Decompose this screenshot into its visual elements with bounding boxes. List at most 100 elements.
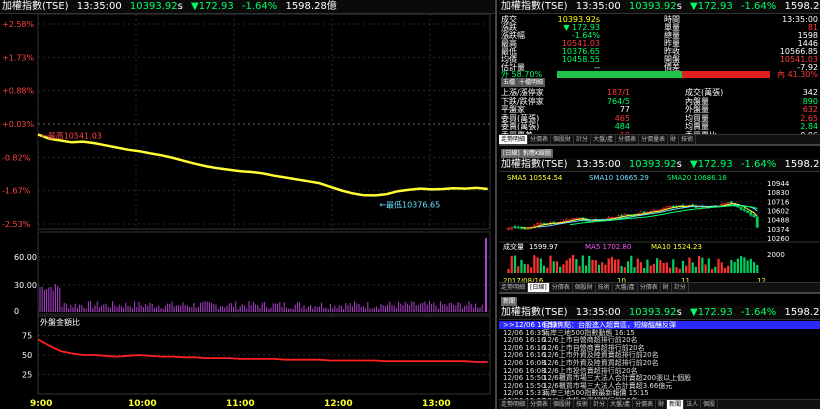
- candle-body: [749, 211, 753, 216]
- vol-bar: [513, 255, 517, 273]
- vol-bar: [736, 258, 740, 273]
- vol-bar: [604, 264, 607, 273]
- quote-panel: 加權指數(TSE) 13:35:00 10393.92s ▼172.93 -1.…: [499, 0, 820, 146]
- kline-last-price: 10393.92s: [628, 159, 682, 170]
- tab-item[interactable]: 走勢明細: [499, 283, 529, 292]
- tab-item[interactable]: 法人: [684, 400, 702, 409]
- vol-bar: [552, 261, 555, 273]
- tab-item[interactable]: 大盤/產: [608, 400, 634, 409]
- vol-bar: [646, 259, 649, 273]
- tab-item[interactable]: 個股: [701, 400, 719, 409]
- price-y-label: -0.82%: [2, 153, 31, 162]
- tab-item[interactable]: 技術: [679, 135, 697, 144]
- candle-body: [742, 208, 746, 211]
- subtab-five-level[interactable]: 五檔: [501, 78, 518, 87]
- news-subtab[interactable]: 新聞: [501, 297, 518, 306]
- vol-bar: [575, 259, 578, 273]
- ratio-title: 外盤金額比: [40, 317, 80, 327]
- vol-bar: [714, 266, 717, 273]
- tab-item[interactable]: 財: [656, 400, 668, 409]
- candle-body: [571, 218, 575, 220]
- tab-item[interactable]: 分價表: [528, 400, 552, 409]
- tab-item[interactable]: 計分: [574, 135, 592, 144]
- tab-item[interactable]: 技術: [574, 400, 592, 409]
- tab-item[interactable]: 分價表: [550, 283, 573, 292]
- tab-item[interactable]: 分價量表: [639, 135, 669, 144]
- kline-panel: [日線] 對應K線圖 加權指數(TSE) 13:35:00 10393.92s …: [499, 148, 820, 294]
- outer-ratio-fill: [557, 71, 683, 78]
- tab-item[interactable]: 個股財: [551, 135, 575, 144]
- vol-bar: [752, 262, 756, 273]
- vol-bar: [539, 258, 542, 273]
- tab-item[interactable]: 分價表: [616, 135, 640, 144]
- quote-change: ▼172.93: [690, 1, 733, 12]
- tab-item[interactable]: 計分: [591, 400, 609, 409]
- time-label: 10:00: [128, 399, 157, 409]
- kline-change-pct: -1.64%: [740, 159, 777, 170]
- vol-y-label: 2000: [767, 251, 785, 259]
- kline-subtab-daily[interactable]: [日線]: [501, 149, 522, 158]
- vol-bar: [626, 261, 630, 273]
- tab-item[interactable]: 大盤/產: [591, 135, 617, 144]
- tab-item[interactable]: 分價表: [633, 400, 657, 409]
- vol-bar: [526, 264, 530, 273]
- price-y-label: -2.53%: [2, 220, 31, 229]
- vol-bar: [698, 255, 701, 273]
- tab-item[interactable]: 財: [661, 283, 672, 292]
- vol-bar: [746, 260, 749, 273]
- vol-bar: [568, 257, 572, 273]
- vol-bar: [584, 265, 588, 273]
- kline-chart[interactable]: SMA5 10554.54 SMA10 10665.29 SMA20 10686.1…: [499, 173, 820, 285]
- quote-tab-bar: 走勢明細 分價表 個股財 計分 大盤/產 分價表 分價量表財技術: [499, 134, 820, 144]
- tab-item[interactable]: 走勢明細: [499, 400, 529, 409]
- vol-bar: [665, 262, 668, 273]
- vol-bar: [533, 255, 536, 273]
- subtab-detail[interactable]: 十檔明細: [517, 78, 546, 87]
- news-panel: 新聞 加權指數(TSE) 13:35:00 10393.92s ▼172.93 …: [499, 296, 820, 409]
- candle-body: [752, 214, 756, 218]
- vol-bar: [694, 266, 698, 273]
- price-change: ▼172.93: [191, 1, 234, 12]
- tab-item[interactable]: 分價表: [638, 283, 661, 292]
- index-name: 加權指數(TSE): [2, 1, 69, 12]
- tab-item[interactable]: 走勢明細: [499, 135, 529, 144]
- osc-y-label: 60.00: [14, 253, 37, 262]
- vol-bar: [591, 259, 594, 273]
- tab-item[interactable]: 技術: [596, 283, 613, 292]
- news-last-price: 10393.92s: [628, 307, 682, 318]
- candle-body: [668, 206, 672, 208]
- ratio-y-label: 50: [22, 351, 32, 360]
- quote-header: 加權指數(TSE) 13:35:00 10393.92s ▼172.93 -1.…: [499, 0, 820, 14]
- kline-y-label: 10830: [767, 189, 789, 197]
- tab-item[interactable]: [日線]: [528, 283, 550, 292]
- vol-bar: [749, 258, 752, 273]
- vol-bar: [710, 268, 714, 273]
- kline-subtab-link[interactable]: 對應K線圖: [521, 149, 553, 158]
- vol-bar: [668, 267, 672, 273]
- candle-body: [539, 223, 543, 225]
- tab-item[interactable]: 個股財: [551, 400, 575, 409]
- ratio-y-label: 75: [22, 332, 32, 341]
- intraday-chart[interactable]: +2.58% +1.73% +0.88% +0.03% -0.82% -1.67% -2.5…: [0, 14, 495, 409]
- tab-item[interactable]: 大盤/產: [613, 283, 638, 292]
- sma5-label: SMA5 10554.54: [507, 174, 563, 182]
- kline-y-label: 10716: [767, 198, 790, 206]
- tab-item[interactable]: 新聞: [667, 400, 685, 409]
- time-label: 11:00: [226, 399, 255, 409]
- vol-bar: [565, 260, 568, 273]
- vol-bar: [685, 265, 688, 273]
- vol-bar: [578, 265, 581, 273]
- price-change-pct: -1.64%: [241, 1, 278, 12]
- sma20-label: SMA20 10686.18: [667, 174, 727, 182]
- vol-bar: [639, 262, 643, 273]
- vol-bar: [643, 268, 646, 273]
- tab-item[interactable]: 個股財: [573, 283, 596, 292]
- tab-item[interactable]: 計分: [672, 283, 689, 292]
- vol-bar: [691, 262, 694, 273]
- vol-bar: [656, 258, 659, 273]
- price-y-label: +1.73%: [2, 53, 35, 62]
- tab-item[interactable]: 財: [668, 135, 680, 144]
- vol-bar: [623, 267, 626, 273]
- quote-change-pct: -1.64%: [740, 1, 777, 12]
- tab-item[interactable]: 分價表: [528, 135, 552, 144]
